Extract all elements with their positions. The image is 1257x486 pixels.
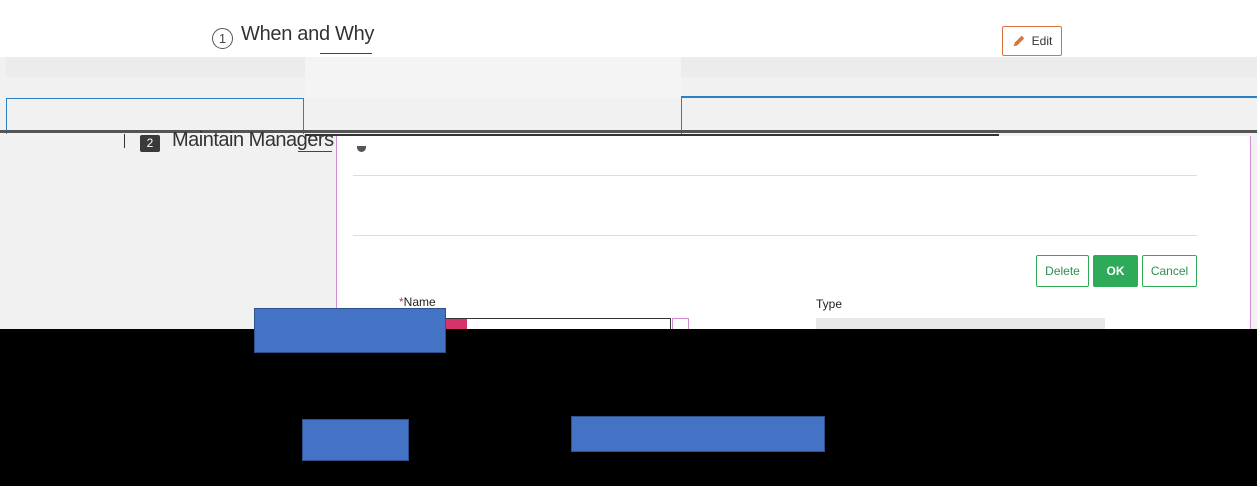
name-input-edge [672,318,689,329]
redaction-box [254,308,446,353]
name-input[interactable] [446,318,671,329]
type-select[interactable] [816,318,1105,329]
step-title-underline [298,151,332,152]
delete-button[interactable]: Delete [1036,255,1089,287]
name-field-label: *Name [399,295,436,309]
dialog-divider [353,175,1197,176]
redaction-box [302,419,409,461]
ok-button[interactable]: OK [1093,255,1138,287]
step-frame-edge [124,134,125,148]
step-number-badge: 2 [140,135,160,152]
background-band-left [6,57,305,77]
manager-dialog [336,136,1251,329]
right-panel [681,96,1257,134]
step-number-badge: 1 [212,28,233,49]
step-title: When and Why [241,23,375,45]
cancel-button[interactable]: Cancel [1142,255,1197,287]
name-label-text: Name [403,295,436,309]
step-title: Maintain Managers [172,129,334,151]
step-title-underline [320,53,372,54]
type-field-label: Type [816,297,843,311]
redaction-box [571,416,825,452]
pencil-icon [1013,35,1024,47]
redaction-black-band [0,329,1257,486]
dialog-divider [353,235,1197,236]
edit-button[interactable]: Edit [1002,26,1062,56]
name-input-marker [446,319,467,329]
background-band-right [681,57,1257,77]
background-band-middle [305,57,681,98]
edit-button-label: Edit [1031,34,1053,48]
